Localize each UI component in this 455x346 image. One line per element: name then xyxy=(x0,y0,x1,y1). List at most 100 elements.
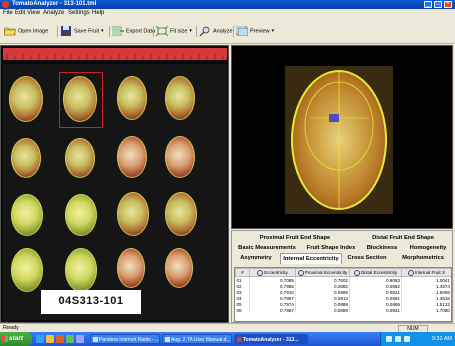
fruit-slice[interactable] xyxy=(11,194,43,236)
ruler-strip xyxy=(3,48,227,60)
fruit-slice[interactable] xyxy=(9,76,43,122)
column-header[interactable]: Proximal Eccentricity xyxy=(295,268,350,277)
app-icon xyxy=(2,1,9,8)
tray-security-icon[interactable] xyxy=(404,336,410,342)
task-label: TomatoAnalyzer - 313... xyxy=(243,337,299,343)
analyze-button[interactable]: Analyze xyxy=(199,26,233,37)
measurement-overlay xyxy=(304,70,374,210)
preview-button[interactable]: Preview ▾ xyxy=(236,26,274,37)
sample-label-text: 04S313-101 xyxy=(58,295,124,307)
sort-icon xyxy=(257,269,264,276)
table-cell: 0.0889 xyxy=(295,307,350,313)
menu-settings[interactable]: Settings xyxy=(68,10,90,16)
chevron-down-icon[interactable]: ▾ xyxy=(101,28,104,34)
fruit-slice[interactable] xyxy=(117,192,149,236)
tab-row-1: Proximal Fruit End Shape Distal Fruit En… xyxy=(232,233,454,243)
menu-analyze[interactable]: Analyze xyxy=(43,10,64,16)
eccentricity-table: # Eccentricity Proximal Eccentricity Dis… xyxy=(235,268,451,313)
scanned-image-pane[interactable]: 04S313-101 xyxy=(0,45,229,323)
menu-file[interactable]: File xyxy=(3,10,13,16)
window-title: TomatoAnalyzer - 313-101.tml xyxy=(12,1,97,7)
table-cell: 1.7080 xyxy=(401,307,451,313)
sort-icon xyxy=(297,269,304,276)
fruit-slice[interactable] xyxy=(11,138,41,178)
tab-morphometrics[interactable]: Morphometrics xyxy=(394,253,452,263)
column-header[interactable]: Eccentricity xyxy=(249,268,296,277)
quicklaunch-browser-icon[interactable] xyxy=(36,335,44,343)
column-header-label: Proximal Eccentricity xyxy=(304,269,348,275)
measurement-panel: Proximal Fruit End Shape Distal Fruit En… xyxy=(231,230,453,323)
quicklaunch-desktop-icon[interactable] xyxy=(66,335,74,343)
tab-distal-fruit-end-shape[interactable]: Distal Fruit End Shape xyxy=(360,233,446,243)
fruit-slice[interactable] xyxy=(65,194,97,236)
fruit-slice[interactable] xyxy=(65,248,97,292)
task-tomatoanalyzer[interactable]: TomatoAnalyzer - 313... xyxy=(234,334,308,344)
table-cell: 06 xyxy=(235,307,250,313)
save-fruit-button[interactable]: Save Fruit ▾ xyxy=(60,26,104,37)
chevron-down-icon[interactable]: ▾ xyxy=(189,28,192,34)
tray-network-icon[interactable] xyxy=(386,336,392,342)
fruit-slice[interactable] xyxy=(11,248,43,292)
clock: 9:32 AM xyxy=(431,336,452,342)
preview-label: Preview xyxy=(250,28,270,35)
data-table[interactable]: # Eccentricity Proximal Eccentricity Dis… xyxy=(234,267,452,322)
start-label: start xyxy=(9,335,24,342)
quicklaunch-folder-icon[interactable] xyxy=(46,335,54,343)
task-pandora[interactable]: Pandora Internet Radio - ... xyxy=(90,334,160,344)
column-header[interactable]: Distal Eccentricity xyxy=(349,268,402,277)
table-cell: 0.7987 xyxy=(249,307,296,313)
maximize-button[interactable]: □ xyxy=(434,1,442,8)
table-cell: 0.0831 xyxy=(349,307,402,313)
fit-size-button[interactable]: Fit size ▾ xyxy=(156,26,192,37)
menu-edit[interactable]: Edit xyxy=(15,10,25,16)
export-icon xyxy=(112,26,124,36)
fruit-slice[interactable] xyxy=(117,136,147,178)
tab-cross-section[interactable]: Cross Section xyxy=(342,253,392,263)
tab-fruit-shape-index[interactable]: Fruit Shape Index xyxy=(302,243,360,253)
tab-basic-measurements[interactable]: Basic Measurements xyxy=(234,243,300,253)
browser-icon xyxy=(93,337,98,342)
minimize-button[interactable]: _ xyxy=(424,1,432,8)
menu-view[interactable]: View xyxy=(27,10,40,16)
windows-flag-icon xyxy=(2,336,8,342)
ruler-ticks xyxy=(6,54,224,60)
fruit-slice[interactable] xyxy=(65,138,95,178)
toolbar-separator xyxy=(153,26,154,37)
fit-size-label: Fit size xyxy=(170,28,188,35)
menu-help[interactable]: Help xyxy=(92,10,104,16)
sort-icon xyxy=(353,269,360,276)
table-row[interactable]: 06 0.7987 0.0889 0.0831 1.7080 xyxy=(235,307,451,313)
tab-blockiness[interactable]: Blockiness xyxy=(362,243,402,253)
close-button[interactable]: × xyxy=(444,1,452,8)
fruit-slice[interactable] xyxy=(117,76,147,120)
open-image-label: Open Image xyxy=(18,28,49,35)
tab-internal-eccentricity[interactable]: Internal Eccentricity xyxy=(280,253,342,264)
tab-homogeneity[interactable]: Homogeneity xyxy=(404,243,452,253)
task-label: Pandora Internet Radio - ... xyxy=(99,337,160,343)
title-bar: TomatoAnalyzer - 313-101.tml _ □ × xyxy=(0,0,455,9)
chevron-down-icon[interactable]: ▾ xyxy=(272,28,275,34)
fruit-slice[interactable] xyxy=(165,76,195,120)
tab-asymmetry[interactable]: Asymmetry xyxy=(234,253,278,263)
column-header[interactable]: # xyxy=(235,268,250,277)
tray-volume-icon[interactable] xyxy=(395,336,401,342)
start-button[interactable]: start xyxy=(0,332,32,346)
floppy-save-icon xyxy=(61,26,71,36)
fruit-slice[interactable] xyxy=(165,136,195,178)
task-user-manual[interactable]: Aug. 2 TA User Manual.d... xyxy=(162,334,232,344)
fruit-slice[interactable] xyxy=(117,248,145,288)
fruit-slice[interactable] xyxy=(165,192,197,236)
column-header[interactable]: Internal Fruit S xyxy=(401,268,451,277)
tab-proximal-fruit-end-shape[interactable]: Proximal Fruit End Shape xyxy=(250,233,340,243)
quicklaunch-media-icon[interactable] xyxy=(56,335,64,343)
table-header-row: # Eccentricity Proximal Eccentricity Dis… xyxy=(235,268,451,277)
sort-icon xyxy=(407,269,414,276)
toolbar-separator xyxy=(109,26,110,37)
export-data-button[interactable]: Export Data xyxy=(112,26,155,37)
open-image-button[interactable]: Open Image xyxy=(4,26,48,37)
save-fruit-label: Save Fruit xyxy=(74,28,100,35)
fruit-slice[interactable] xyxy=(165,248,193,288)
folder-open-icon xyxy=(4,27,16,36)
quicklaunch-app-icon[interactable] xyxy=(76,335,84,343)
menu-bar: File Edit View Analyze Settings Help xyxy=(0,9,455,18)
